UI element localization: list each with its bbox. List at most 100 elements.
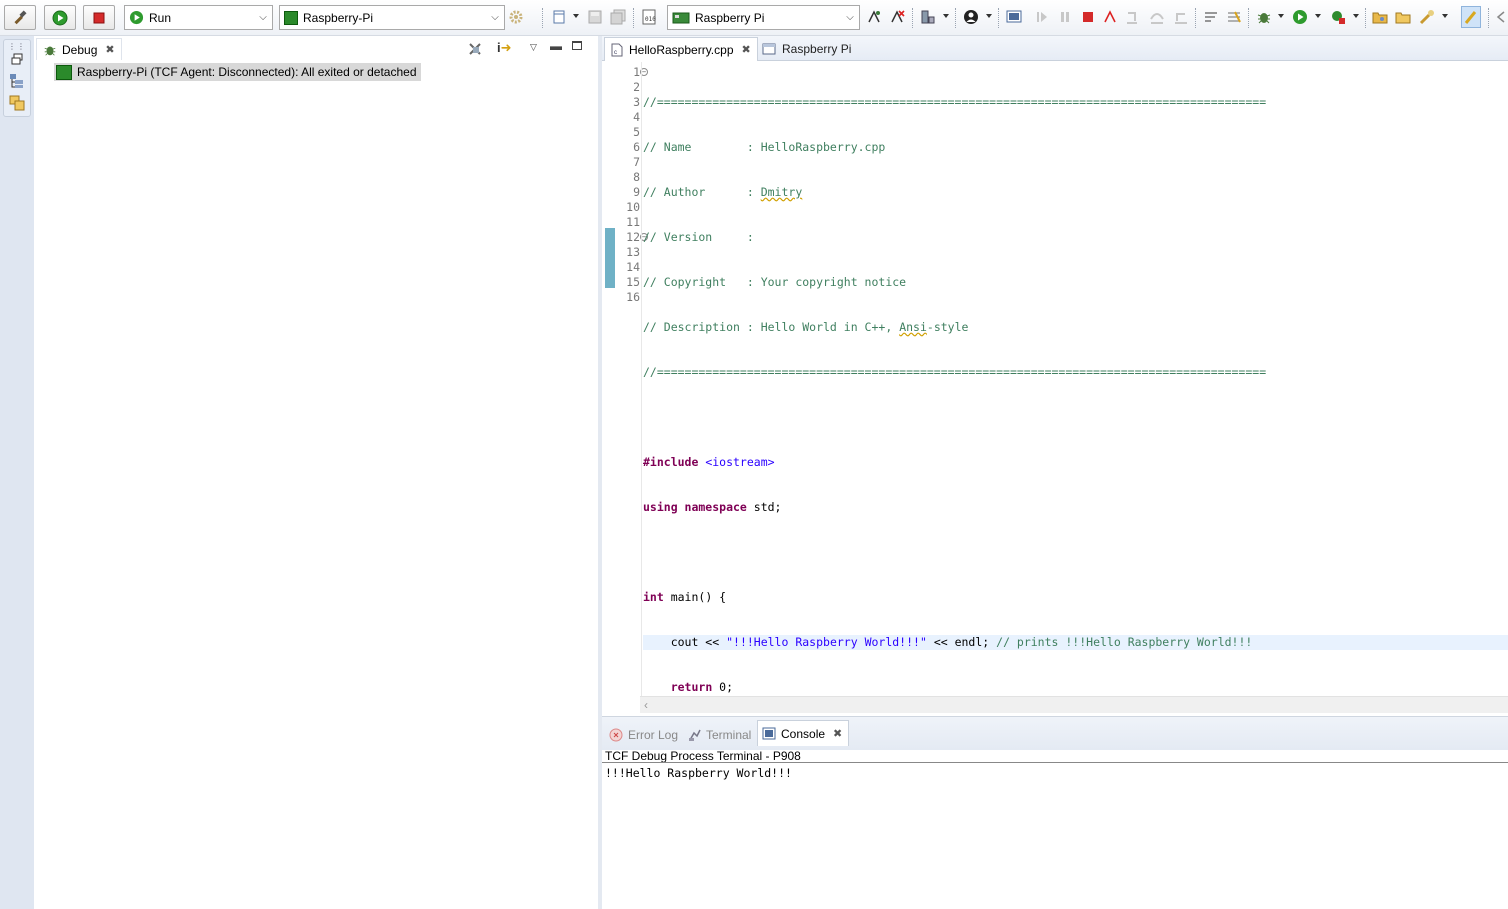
disconnect-icon[interactable] bbox=[889, 9, 905, 25]
run-dropdown-arrow[interactable] bbox=[1315, 14, 1321, 18]
outline-folders-icon[interactable] bbox=[9, 95, 25, 114]
code-line-7: //======================================… bbox=[643, 365, 1267, 379]
console-tabbar: Error Log Terminal Console ✖ bbox=[602, 716, 1508, 750]
step-into-icon[interactable] bbox=[1125, 9, 1141, 25]
line-number: 1− bbox=[633, 65, 648, 79]
instruction-pointer-icon[interactable]: i➜ bbox=[497, 40, 512, 56]
grip-icon[interactable]: ⋮⋮ bbox=[8, 42, 26, 51]
toggle-mark-occurrences-icon[interactable] bbox=[1461, 6, 1481, 28]
terminate-icon[interactable] bbox=[1080, 9, 1096, 25]
code-line-5: // Copyright : Your copyright notice bbox=[643, 275, 907, 289]
external-tools-dropdown-arrow[interactable] bbox=[1353, 14, 1359, 18]
connection-select[interactable]: Raspberry Pi ⌵ bbox=[667, 5, 860, 30]
minimized-view-stack: ⋮⋮ bbox=[3, 39, 31, 117]
binary-file-icon[interactable]: 010 bbox=[641, 9, 657, 25]
restore-icon[interactable] bbox=[10, 52, 24, 69]
annotation-ruler bbox=[602, 62, 615, 696]
close-icon[interactable]: ✖ bbox=[833, 727, 842, 740]
code-line-14: return 0; bbox=[670, 680, 734, 694]
save-all-icon[interactable] bbox=[610, 9, 626, 25]
debug-dropdown-arrow[interactable] bbox=[1278, 14, 1284, 18]
instruction-stepping-icon[interactable] bbox=[1226, 9, 1242, 25]
launch-config-settings-gear-icon[interactable] bbox=[508, 9, 524, 25]
connect-icon[interactable] bbox=[866, 9, 882, 25]
tab-terminal[interactable]: Terminal bbox=[684, 724, 755, 746]
editor-area: c HelloRaspberry.cpp ✖ Raspberry Pi 1−2 3… bbox=[602, 36, 1508, 739]
horizontal-scrollbar[interactable]: ‹ bbox=[640, 696, 1508, 713]
resume-icon[interactable] bbox=[1034, 9, 1050, 25]
user-account-dropdown-arrow[interactable] bbox=[986, 14, 992, 18]
line-number: 12− bbox=[626, 230, 648, 244]
step-return-icon[interactable] bbox=[1173, 9, 1189, 25]
disconnect-debug-icon[interactable] bbox=[1102, 9, 1118, 25]
new-file-icon[interactable] bbox=[551, 9, 567, 25]
minimized-views-trim: ⋮⋮ bbox=[0, 36, 34, 909]
suspend-icon[interactable] bbox=[1057, 9, 1073, 25]
console-icon[interactable] bbox=[1006, 9, 1022, 25]
main-toolbar: Run ⌵ Raspberry-Pi ⌵ 010 Raspberry Pi ⌵ bbox=[0, 0, 1508, 36]
code-line-4: // Version : bbox=[643, 230, 754, 244]
debug-tree-item[interactable]: Raspberry-Pi (TCF Agent: Disconnected): … bbox=[54, 63, 421, 81]
line-number: 5 bbox=[633, 125, 640, 139]
close-icon[interactable]: ✖ bbox=[742, 43, 751, 56]
chevron-down-icon: ⌵ bbox=[259, 12, 267, 23]
stop-button[interactable] bbox=[83, 5, 115, 30]
view-menu-icon[interactable]: ▽ bbox=[530, 42, 537, 53]
line-number: 6 bbox=[633, 140, 640, 154]
chevron-down-icon: ⌵ bbox=[491, 12, 499, 23]
line-number: 15 bbox=[626, 275, 640, 289]
launch-mode-select[interactable]: Run ⌵ bbox=[124, 5, 273, 30]
tab-debug[interactable]: Debug ✖ bbox=[36, 38, 122, 60]
step-over-icon[interactable] bbox=[1149, 9, 1165, 25]
build-button[interactable] bbox=[4, 5, 36, 30]
open-folder-icon[interactable] bbox=[1395, 9, 1411, 25]
console-output[interactable]: !!!Hello Raspberry World!!! bbox=[605, 766, 792, 780]
tab-error-log[interactable]: Error Log bbox=[605, 724, 682, 746]
toolbar-separator bbox=[955, 8, 956, 28]
code-line-2: // Name : HelloRaspberry.cpp bbox=[643, 140, 886, 154]
tab-label: Raspberry Pi bbox=[782, 42, 852, 56]
remote-systems-icon[interactable] bbox=[920, 9, 936, 25]
code-line-12: int main() { bbox=[643, 590, 727, 604]
console-panel: Error Log Terminal Console ✖ TCF Debug P… bbox=[602, 716, 1508, 909]
word-wrap-icon[interactable] bbox=[1203, 9, 1219, 25]
external-tools-icon[interactable] bbox=[1330, 9, 1346, 25]
back-navigation-icon[interactable] bbox=[1494, 9, 1508, 25]
project-explorer-icon[interactable] bbox=[9, 73, 25, 92]
save-icon[interactable] bbox=[587, 9, 603, 25]
launch-configuration-select[interactable]: Raspberry-Pi ⌵ bbox=[279, 5, 505, 30]
user-account-icon[interactable] bbox=[963, 9, 979, 25]
new-dropdown-arrow[interactable] bbox=[573, 14, 579, 18]
search-dropdown-arrow[interactable] bbox=[1442, 14, 1448, 18]
search-flashlight-icon[interactable] bbox=[1419, 9, 1435, 25]
debug-bug-icon bbox=[44, 46, 56, 56]
toolbar-separator bbox=[1488, 8, 1489, 28]
close-icon[interactable]: ✖ bbox=[105, 43, 114, 56]
connection-value: Raspberry Pi bbox=[695, 10, 765, 25]
tab-hello-raspberry-cpp[interactable]: c HelloRaspberry.cpp ✖ bbox=[604, 37, 758, 61]
tab-console[interactable]: Console ✖ bbox=[757, 720, 850, 746]
line-number: 2 bbox=[633, 80, 640, 94]
launch-button[interactable] bbox=[44, 5, 76, 30]
tab-raspberry-pi[interactable]: Raspberry Pi bbox=[756, 37, 857, 61]
maximize-icon[interactable] bbox=[572, 41, 582, 50]
scroll-left-icon[interactable]: ‹ bbox=[644, 698, 648, 712]
tab-label: HelloRaspberry.cpp bbox=[629, 42, 734, 57]
spelling-marked-word: Dmitry bbox=[760, 185, 803, 199]
toolbar-separator bbox=[633, 8, 634, 28]
remove-all-terminated-icon[interactable] bbox=[467, 41, 483, 60]
debug-bug-icon[interactable] bbox=[1256, 9, 1272, 25]
svg-text:010: 010 bbox=[645, 16, 656, 23]
line-number: 8 bbox=[633, 170, 640, 184]
window-icon bbox=[762, 43, 776, 55]
open-type-icon[interactable] bbox=[1372, 9, 1388, 25]
code-editor[interactable]: 1−2 3 4 5 6 7 8 9 10 11 12−13 14 15 16 //============… bbox=[602, 62, 1508, 739]
code-line-3: // Author : Dmitry bbox=[643, 185, 803, 199]
minimize-icon[interactable]: ▬ bbox=[550, 39, 562, 53]
line-number: 14 bbox=[626, 260, 640, 274]
remote-systems-dropdown-arrow[interactable] bbox=[943, 14, 949, 18]
launch-mode-value: Run bbox=[149, 10, 172, 25]
toolbar-separator bbox=[1248, 8, 1249, 28]
play-icon bbox=[52, 10, 68, 25]
run-icon[interactable] bbox=[1292, 9, 1308, 25]
